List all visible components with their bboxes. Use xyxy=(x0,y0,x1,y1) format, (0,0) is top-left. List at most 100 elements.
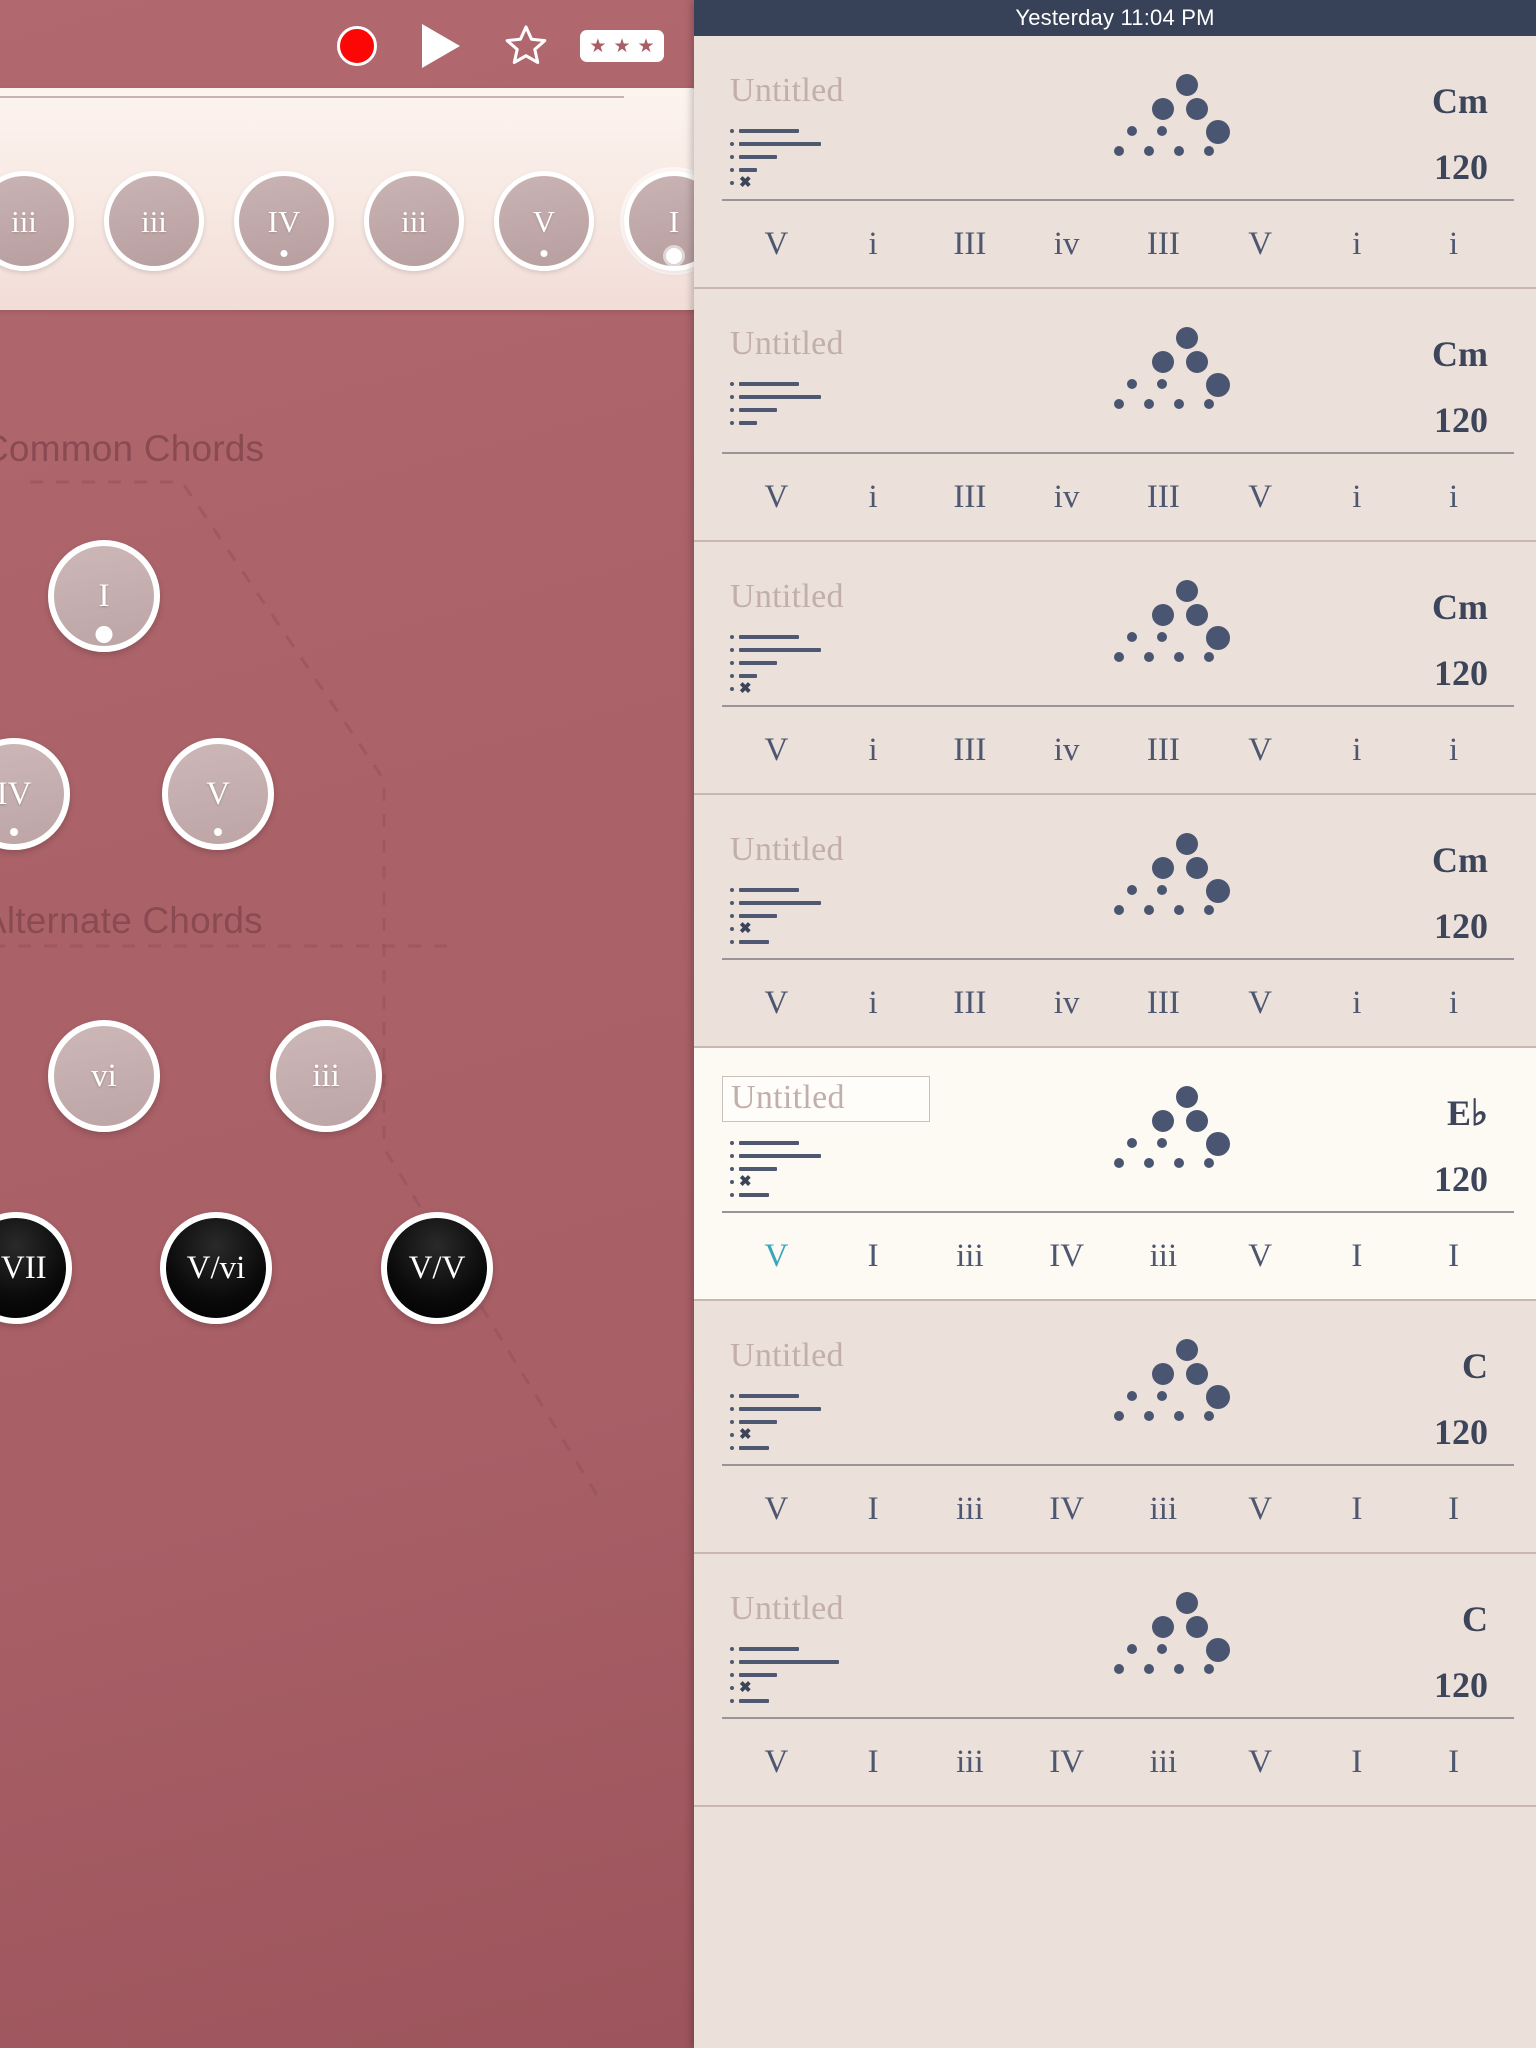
chord-degree[interactable]: iv xyxy=(1018,985,1115,1022)
chord-strip-button[interactable]: I xyxy=(624,171,694,271)
chord-degree[interactable]: iv xyxy=(1018,732,1115,769)
favorite-star-icon[interactable] xyxy=(503,22,549,68)
chord-degree[interactable]: V xyxy=(728,1744,825,1781)
chord-degree[interactable]: i xyxy=(825,732,922,769)
chord-degree[interactable]: V xyxy=(1212,1744,1309,1781)
play-button[interactable] xyxy=(422,24,460,68)
chord-map-node[interactable]: V/V xyxy=(381,1212,493,1324)
chord-degree[interactable]: i xyxy=(1405,732,1502,769)
chord-degree[interactable]: V xyxy=(1212,226,1309,263)
chord-degree[interactable]: I xyxy=(825,1238,922,1275)
chord-map-node[interactable]: I xyxy=(48,540,160,652)
song-list-item[interactable]: Untitled ✖ C 120 V Iiii IV iii V I I xyxy=(694,1554,1536,1807)
chord-map-node[interactable]: iii xyxy=(270,1020,382,1132)
chord-degree[interactable]: III xyxy=(1115,985,1212,1022)
chord-degree[interactable]: I xyxy=(1405,1238,1502,1275)
chord-map-node[interactable]: vi xyxy=(48,1020,160,1132)
chord-degree[interactable]: III xyxy=(1115,226,1212,263)
chord-strip-button[interactable]: iii xyxy=(104,171,204,271)
chord-degree[interactable]: I xyxy=(1405,1491,1502,1528)
song-list-item[interactable]: Untitled ✖ Cm 120 Vi III iv III Vi i xyxy=(694,36,1536,289)
chord-voicing-dots-icon xyxy=(1114,1592,1234,1684)
chord-voicing-dots-icon xyxy=(1114,1086,1234,1178)
song-list-item[interactable]: Untitled ✖ C 120 V Iiii IV iii V I I xyxy=(694,1301,1536,1554)
chord-map-node[interactable]: IV xyxy=(0,738,70,850)
chord-degree[interactable]: iii xyxy=(1115,1238,1212,1275)
chord-degree[interactable]: i xyxy=(825,479,922,516)
chord-degree[interactable]: iv xyxy=(1018,226,1115,263)
chord-strip-button[interactable]: iii xyxy=(0,171,74,271)
rating-star-3: ★ xyxy=(637,35,655,57)
chord-degree[interactable]: V xyxy=(728,226,825,263)
chord-strip-button[interactable]: V xyxy=(494,171,594,271)
chord-degree[interactable]: V xyxy=(1212,732,1309,769)
chord-degree[interactable]: V xyxy=(1212,1238,1309,1275)
chord-degree[interactable]: iii xyxy=(1115,1744,1212,1781)
chord-degree[interactable]: i xyxy=(825,985,922,1022)
chord-degree[interactable]: V xyxy=(1212,1491,1309,1528)
chord-degree[interactable]: i xyxy=(1405,226,1502,263)
chord-degree[interactable]: III xyxy=(922,732,1019,769)
song-list-item[interactable]: Untitled Cm 120 Vi III iv III Vi i xyxy=(694,289,1536,542)
chord-degree[interactable]: iv xyxy=(1018,479,1115,516)
chord-degree[interactable]: I xyxy=(825,1744,922,1781)
chord-degree[interactable]: V xyxy=(728,985,825,1022)
chord-degree[interactable]: III xyxy=(1115,732,1212,769)
chord-degree[interactable]: V xyxy=(728,732,825,769)
chord-degree[interactable]: i xyxy=(1309,479,1406,516)
chord-strip-button[interactable]: iii xyxy=(364,171,464,271)
song-list-item[interactable]: Untitled ✖ Cm 120 Vi III iv III Vi i xyxy=(694,542,1536,795)
sheet-preview-icon: ✖ xyxy=(730,1389,950,1454)
chord-degree[interactable]: III xyxy=(922,226,1019,263)
chord-degree[interactable]: iii xyxy=(922,1238,1019,1275)
chord-strip-button-label: IV xyxy=(267,203,301,239)
chord-degree[interactable]: IV xyxy=(1018,1491,1115,1528)
chord-degree[interactable]: i xyxy=(1405,479,1502,516)
song-key: Cm xyxy=(1432,587,1488,627)
chord-degree[interactable]: I xyxy=(1405,1744,1502,1781)
chord-voicing-dots-icon xyxy=(1114,1339,1234,1431)
song-list-item[interactable]: Untitled ✖ E♭ 120 V Iiii IV iii V I I xyxy=(694,1048,1536,1301)
chord-degree[interactable]: I xyxy=(1309,1238,1406,1275)
chord-map-node[interactable]: V xyxy=(162,738,274,850)
record-button[interactable] xyxy=(337,26,377,66)
chord-degree[interactable]: V xyxy=(728,1491,825,1528)
chord-degree[interactable]: i xyxy=(825,226,922,263)
song-title: Untitled xyxy=(730,578,844,615)
chord-degree[interactable]: I xyxy=(1309,1744,1406,1781)
chord-map-node[interactable]: ♭VII xyxy=(0,1212,72,1324)
chord-degree[interactable]: III xyxy=(922,985,1019,1022)
chord-degree[interactable]: iii xyxy=(922,1491,1019,1528)
chord-degree[interactable]: iii xyxy=(1115,1491,1212,1528)
chord-progression: V Iiii IV iii V I I xyxy=(694,1719,1536,1805)
chord-degree[interactable]: IV xyxy=(1018,1238,1115,1275)
song-divider xyxy=(722,199,1514,201)
song-title-input[interactable]: Untitled xyxy=(722,1076,930,1122)
chord-degree[interactable]: I xyxy=(1309,1491,1406,1528)
chord-map-node[interactable]: V/vi xyxy=(160,1212,272,1324)
chord-degree[interactable]: IV xyxy=(1018,1744,1115,1781)
chord-progression: Vi III iv III Vi i xyxy=(694,707,1536,793)
chord-degree[interactable]: V xyxy=(1212,985,1309,1022)
chord-strip-button[interactable]: IV xyxy=(234,171,334,271)
chord-degree[interactable]: iii xyxy=(922,1744,1019,1781)
chord-degree[interactable]: i xyxy=(1309,732,1406,769)
song-title: Untitled xyxy=(730,72,844,109)
chord-progression: V Iiii IV iii V I I xyxy=(694,1213,1536,1299)
rating-stars[interactable]: ★ ★ ★ xyxy=(580,30,664,62)
chord-map: Common Chords Alternate Chords I IV Vvi iii… xyxy=(0,310,694,2048)
chord-map-node-label: V/V xyxy=(408,1249,466,1286)
chord-degree[interactable]: i xyxy=(1309,985,1406,1022)
chord-degree[interactable]: V xyxy=(1212,479,1309,516)
chord-degree[interactable]: III xyxy=(922,479,1019,516)
chord-map-node-label: ♭VII xyxy=(0,1249,47,1286)
chord-degree[interactable]: V xyxy=(728,479,825,516)
chord-degree[interactable]: V xyxy=(728,1238,825,1275)
song-list-item[interactable]: Untitled ✖ Cm 120 Vi III iv III Vi i xyxy=(694,795,1536,1048)
chord-strip-button-label: V xyxy=(532,203,556,239)
chord-degree[interactable]: III xyxy=(1115,479,1212,516)
chord-degree[interactable]: i xyxy=(1309,226,1406,263)
rating-star-1: ★ xyxy=(589,35,607,57)
chord-degree[interactable]: I xyxy=(825,1491,922,1528)
chord-degree[interactable]: i xyxy=(1405,985,1502,1022)
